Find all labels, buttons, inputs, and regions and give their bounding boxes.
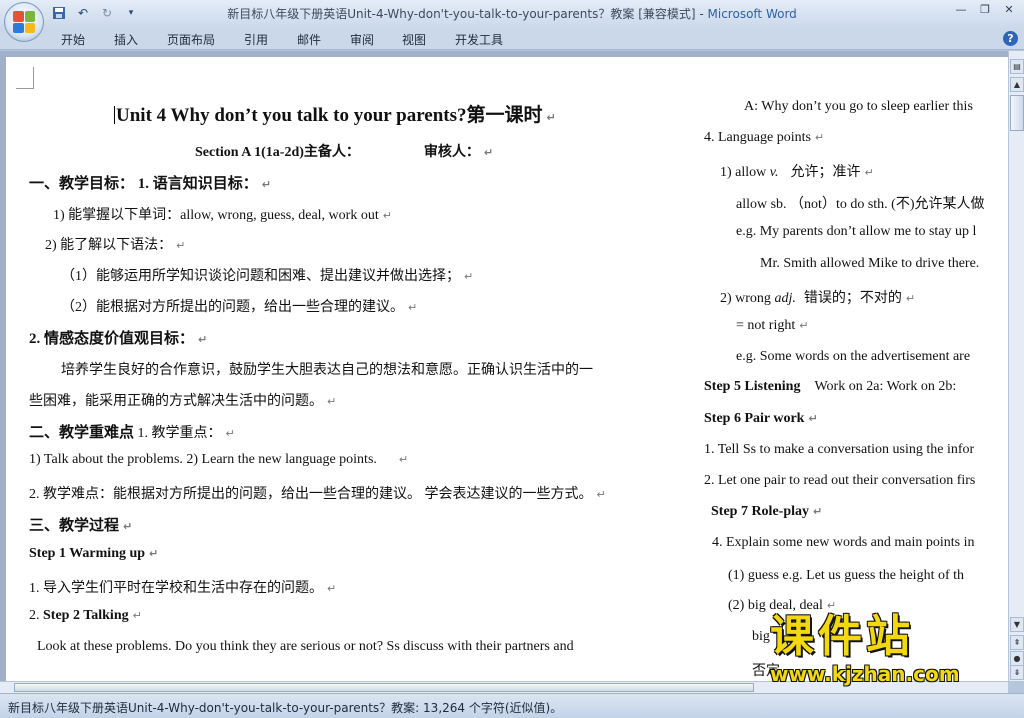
doc-line: (2) big deal, deal ↵ bbox=[728, 598, 837, 613]
status-bar: 新目标八年级下册英语Unit-4-Why-don't-you-talk-to-y… bbox=[0, 693, 1024, 718]
doc-line: 一、教学目标： 1. 语言知识目标： ↵ bbox=[29, 176, 271, 192]
doc-line: 2) wrong adj. 错误的；不对的 ↵ bbox=[720, 291, 916, 306]
doc-section-line: Section A 1(1a-2d)主备人： 审核人： ↵ bbox=[195, 145, 494, 160]
help-icon[interactable]: ? bbox=[1003, 31, 1018, 46]
tab-review[interactable]: 审阅 bbox=[350, 31, 374, 48]
window-controls: — ❐ ✕ bbox=[950, 2, 1020, 18]
tab-mailings[interactable]: 邮件 bbox=[297, 31, 321, 48]
doc-line: 些困难，能采用正确的方式解决生活中的问题。 ↵ bbox=[29, 394, 337, 409]
tab-references[interactable]: 引用 bbox=[244, 31, 268, 48]
doc-line: 4. Explain some new words and main point… bbox=[712, 535, 975, 550]
doc-line: 培养学生良好的合作意识，鼓励学生大胆表达自己的想法和意愿。正确认识生活中的一 bbox=[61, 363, 593, 378]
doc-line: 2. Step 2 Talking ↵ bbox=[29, 608, 142, 623]
doc-line: Step 7 Role-play ↵ bbox=[711, 504, 823, 519]
doc-line: 2. 情感态度价值观目标： ↵ bbox=[29, 331, 208, 347]
doc-line: 否定 bbox=[752, 664, 780, 679]
tab-home[interactable]: 开始 bbox=[61, 31, 85, 48]
doc-line: Step 5 Listening Work on 2a: Work on 2b: bbox=[704, 379, 957, 394]
doc-line: 2. Let one pair to read out their conver… bbox=[704, 473, 976, 488]
restore-icon[interactable]: ❐ bbox=[974, 2, 996, 18]
horizontal-scroll-thumb[interactable] bbox=[14, 683, 754, 692]
margin-corner-mark bbox=[16, 67, 34, 89]
doc-line: 1) 能掌握以下单词：allow, wrong, guess, deal, wo… bbox=[53, 208, 392, 223]
horizontal-scrollbar[interactable] bbox=[0, 681, 1008, 693]
doc-line: e.g. My parents don’t allow me to stay u… bbox=[736, 224, 977, 239]
select-browse-object-icon[interactable]: ● bbox=[1010, 651, 1024, 666]
tab-view[interactable]: 视图 bbox=[402, 31, 426, 48]
doc-line: A: Why don’t you go to sleep earlier thi… bbox=[744, 99, 973, 114]
doc-line: 1) Talk about the problems. 2) Learn the… bbox=[29, 452, 409, 467]
doc-line: = not right ↵ bbox=[736, 318, 809, 333]
status-text: 新目标八年级下册英语Unit-4-Why-don't-you-talk-to-y… bbox=[8, 701, 563, 715]
minimize-icon[interactable]: — bbox=[950, 2, 972, 18]
document-title: 新目标八年级下册英语Unit-4-Why-don't-you-talk-to-y… bbox=[227, 7, 708, 21]
doc-line: 1. Tell Ss to make a conversation using … bbox=[704, 442, 975, 457]
doc-heading: Unit 4 Why don’t you talk to your parent… bbox=[114, 105, 556, 126]
doc-line: allow sb. （not）to do sth. (不)允许某人做 bbox=[736, 197, 985, 212]
text-cursor bbox=[114, 106, 115, 124]
doc-line: 二、教学重难点 1. 教学重点： ↵ bbox=[29, 425, 235, 441]
scroll-up-icon[interactable]: ▲ bbox=[1010, 77, 1024, 92]
doc-line: 4. Language points ↵ bbox=[704, 130, 825, 145]
previous-page-icon[interactable]: ⇞ bbox=[1010, 635, 1024, 650]
doc-line: （1）能够运用所学知识谈论问题和困难、提出建议并做出选择； ↵ bbox=[61, 269, 474, 284]
office-logo-icon bbox=[13, 11, 35, 33]
tab-page-layout[interactable]: 页面布局 bbox=[167, 31, 215, 48]
doc-line: (1) guess e.g. Let us guess the height o… bbox=[728, 568, 965, 583]
window-title: 新目标八年级下册英语Unit-4-Why-don't-you-talk-to-y… bbox=[0, 5, 1024, 22]
doc-line: 2. 教学难点：能根据对方所提出的问题，给出一些合理的建议。 学会表达建议的一些… bbox=[29, 487, 606, 502]
vertical-scroll-thumb[interactable] bbox=[1010, 95, 1024, 131]
doc-line: 三、教学过程 ↵ bbox=[29, 518, 133, 534]
doc-line: Step 1 Warming up ↵ bbox=[29, 546, 159, 561]
doc-line: big bbox=[752, 629, 770, 644]
doc-line: Step 6 Pair work ↵ bbox=[704, 411, 818, 426]
doc-line: Mr. Smith allowed Mike to drive there. bbox=[760, 256, 980, 271]
office-button[interactable] bbox=[4, 2, 44, 42]
tab-insert[interactable]: 插入 bbox=[114, 31, 138, 48]
close-icon[interactable]: ✕ bbox=[998, 2, 1020, 18]
doc-line: （2）能根据对方所提出的问题，给出一些合理的建议。 ↵ bbox=[61, 300, 418, 315]
doc-line: Look at these problems. Do you think the… bbox=[37, 639, 574, 654]
doc-line: 1) allow v. 允许；准许 ↵ bbox=[720, 165, 874, 180]
next-page-icon[interactable]: ⇟ bbox=[1010, 665, 1024, 680]
ruler-toggle-icon[interactable]: ▤ bbox=[1010, 59, 1024, 74]
document-page[interactable]: Unit 4 Why don’t you talk to your parent… bbox=[6, 57, 1008, 681]
document-area: Unit 4 Why don’t you talk to your parent… bbox=[0, 51, 1008, 681]
doc-line: 2) 能了解以下语法： ↵ bbox=[45, 238, 186, 253]
ribbon-tabs: 开始 插入 页面布局 引用 邮件 审阅 视图 开发工具 ? bbox=[0, 28, 1024, 50]
doc-line: e.g. Some words on the advertisement are bbox=[736, 349, 971, 364]
scroll-down-icon[interactable]: ▼ bbox=[1010, 617, 1024, 632]
app-name: Microsoft Word bbox=[707, 7, 797, 21]
title-bar: ↶ ↻ ▾ 新目标八年级下册英语Unit-4-Why-don't-you-tal… bbox=[0, 0, 1024, 42]
vertical-scrollbar[interactable]: ▤ ▲ ▼ ⇞ ● ⇟ bbox=[1008, 51, 1024, 681]
tab-developer[interactable]: 开发工具 bbox=[455, 31, 503, 48]
doc-line: 1. 导入学生们平时在学校和生活中存在的问题。 ↵ bbox=[29, 581, 337, 596]
